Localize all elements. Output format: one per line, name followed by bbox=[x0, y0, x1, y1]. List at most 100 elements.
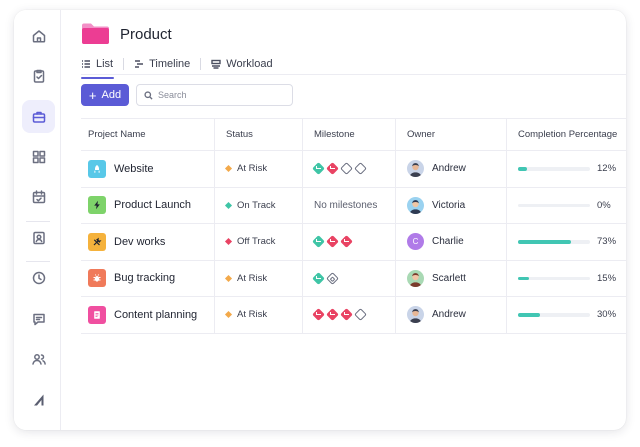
milestone-in-progress-icon[interactable] bbox=[326, 271, 339, 285]
owner: Victoria bbox=[407, 196, 465, 214]
milestone-cell[interactable] bbox=[303, 151, 396, 187]
table-row[interactable]: Content planning At Risk Andrew 30% bbox=[81, 297, 626, 334]
owner-name: Andrew bbox=[432, 163, 466, 175]
sidebar-item-messages[interactable] bbox=[22, 302, 55, 335]
status-cell[interactable]: Off Track bbox=[215, 224, 303, 260]
progress: 73% bbox=[518, 236, 616, 247]
avatar[interactable] bbox=[407, 160, 424, 178]
owner-name: Andrew bbox=[432, 309, 466, 321]
folder-icon bbox=[82, 23, 109, 44]
owner-cell[interactable]: Andrew bbox=[396, 151, 507, 187]
milestone-open-icon[interactable] bbox=[340, 162, 353, 176]
sidebar-item-dashboard[interactable] bbox=[22, 140, 55, 173]
column-header-completion[interactable]: Completion Percentage bbox=[507, 119, 626, 150]
progress-label: 73% bbox=[597, 236, 617, 248]
clock-icon bbox=[32, 271, 45, 284]
project-name-cell[interactable]: Bug tracking bbox=[81, 260, 215, 296]
status-cell[interactable]: On Track bbox=[215, 187, 303, 223]
workload-icon bbox=[211, 59, 221, 69]
milestone-cell[interactable] bbox=[303, 297, 396, 333]
tab-workload[interactable]: Workload bbox=[211, 54, 273, 74]
tab-timeline[interactable]: Timeline bbox=[134, 54, 190, 74]
column-header-milestone[interactable]: Milestone bbox=[303, 119, 396, 150]
status-cell[interactable]: At Risk bbox=[215, 151, 303, 187]
completion-cell[interactable]: 15% bbox=[507, 261, 626, 297]
sidebar-item-contacts[interactable] bbox=[22, 221, 55, 254]
app-window: Product List Timeline Workload + Add Pro… bbox=[14, 10, 626, 430]
tabs-divider bbox=[81, 74, 626, 75]
milestone-complete-icon[interactable] bbox=[326, 162, 339, 176]
milestone-cell[interactable] bbox=[303, 260, 396, 296]
column-header-status[interactable]: Status bbox=[215, 119, 303, 150]
logo-icon bbox=[33, 394, 43, 405]
milestone-complete-icon[interactable] bbox=[312, 235, 325, 249]
sidebar-item-calendar[interactable] bbox=[22, 180, 55, 213]
milestone-complete-icon[interactable] bbox=[326, 308, 339, 322]
sidebar-item-brand[interactable] bbox=[22, 383, 55, 416]
table-row[interactable]: Dev works Off Track C Charlie 73% bbox=[81, 224, 626, 261]
bug-icon bbox=[93, 274, 101, 282]
table-row[interactable]: Website At Risk Andrew 12% bbox=[81, 151, 626, 188]
milestone-complete-icon[interactable] bbox=[340, 235, 353, 249]
status-cell[interactable]: At Risk bbox=[215, 260, 303, 296]
project-name-cell[interactable]: Content planning bbox=[81, 297, 215, 333]
milestone-complete-icon[interactable] bbox=[312, 308, 325, 322]
milestone-complete-icon[interactable] bbox=[312, 162, 325, 176]
search-box[interactable] bbox=[136, 84, 293, 106]
progress: 30% bbox=[518, 309, 616, 320]
progress-label: 0% bbox=[597, 199, 611, 211]
sidebar-item-tasks[interactable] bbox=[22, 59, 55, 92]
completion-cell[interactable]: 0% bbox=[507, 188, 626, 224]
owner-name: Charlie bbox=[432, 236, 464, 248]
owner-cell[interactable]: C Charlie bbox=[396, 224, 507, 260]
status-diamond-icon bbox=[224, 201, 233, 209]
owner-cell[interactable]: Andrew bbox=[396, 297, 507, 333]
progress-bar bbox=[518, 313, 590, 317]
status-diamond-icon bbox=[224, 238, 233, 246]
status-label: At Risk bbox=[237, 309, 268, 321]
sidebar-item-projects[interactable] bbox=[22, 100, 55, 133]
sidebar-item-time[interactable] bbox=[22, 261, 55, 294]
column-header-owner[interactable]: Owner bbox=[396, 119, 507, 150]
progress-bar bbox=[518, 276, 590, 280]
completion-cell[interactable]: 12% bbox=[507, 151, 626, 187]
avatar[interactable] bbox=[407, 306, 424, 324]
project-name-cell[interactable]: Product Launch bbox=[81, 187, 215, 223]
milestone-open-icon[interactable] bbox=[354, 308, 367, 322]
projects-table: Project Name Status Milestone Owner Comp… bbox=[81, 118, 626, 334]
owner-cell[interactable]: Scarlett bbox=[396, 260, 507, 296]
project-name-cell[interactable]: Website bbox=[81, 151, 215, 187]
table-row[interactable]: Bug tracking At Risk Scarlett 15% bbox=[81, 260, 626, 297]
milestone-cell[interactable] bbox=[303, 224, 396, 260]
project-name: Product Launch bbox=[114, 199, 192, 212]
status-label: At Risk bbox=[237, 163, 268, 175]
milestone-open-icon[interactable] bbox=[354, 162, 367, 176]
status-cell[interactable]: At Risk bbox=[215, 297, 303, 333]
completion-cell[interactable]: 73% bbox=[507, 224, 626, 260]
milestone-complete-icon[interactable] bbox=[340, 308, 353, 322]
sidebar-item-team[interactable] bbox=[22, 342, 55, 375]
tab-list[interactable]: List bbox=[81, 54, 115, 79]
project-name: Website bbox=[114, 162, 154, 175]
sidebar-item-home[interactable] bbox=[22, 19, 55, 52]
table-row[interactable]: Product Launch On Track No milestones Vi… bbox=[81, 187, 626, 224]
owner-cell[interactable]: Victoria bbox=[396, 187, 507, 223]
table-body: Website At Risk Andrew 12% Product Launc… bbox=[81, 151, 626, 334]
avatar[interactable]: C bbox=[407, 233, 424, 251]
calendar-icon bbox=[32, 189, 45, 203]
project-name-cell[interactable]: Dev works bbox=[81, 224, 215, 260]
search-input[interactable] bbox=[158, 90, 288, 100]
add-button[interactable]: + Add bbox=[81, 84, 129, 106]
progress-label: 30% bbox=[597, 309, 617, 321]
milestone-cell[interactable]: No milestones bbox=[303, 187, 396, 223]
avatar[interactable] bbox=[407, 269, 424, 287]
avatar[interactable] bbox=[407, 196, 424, 214]
progress-label: 15% bbox=[597, 272, 617, 284]
completion-cell[interactable]: 30% bbox=[507, 297, 626, 333]
search-icon bbox=[144, 90, 153, 100]
milestone-complete-icon[interactable] bbox=[326, 235, 339, 249]
project-name: Bug tracking bbox=[114, 272, 176, 285]
column-header-project-name[interactable]: Project Name bbox=[81, 119, 215, 150]
milestone-complete-icon[interactable] bbox=[312, 271, 325, 285]
table-header: Project Name Status Milestone Owner Comp… bbox=[81, 118, 626, 151]
